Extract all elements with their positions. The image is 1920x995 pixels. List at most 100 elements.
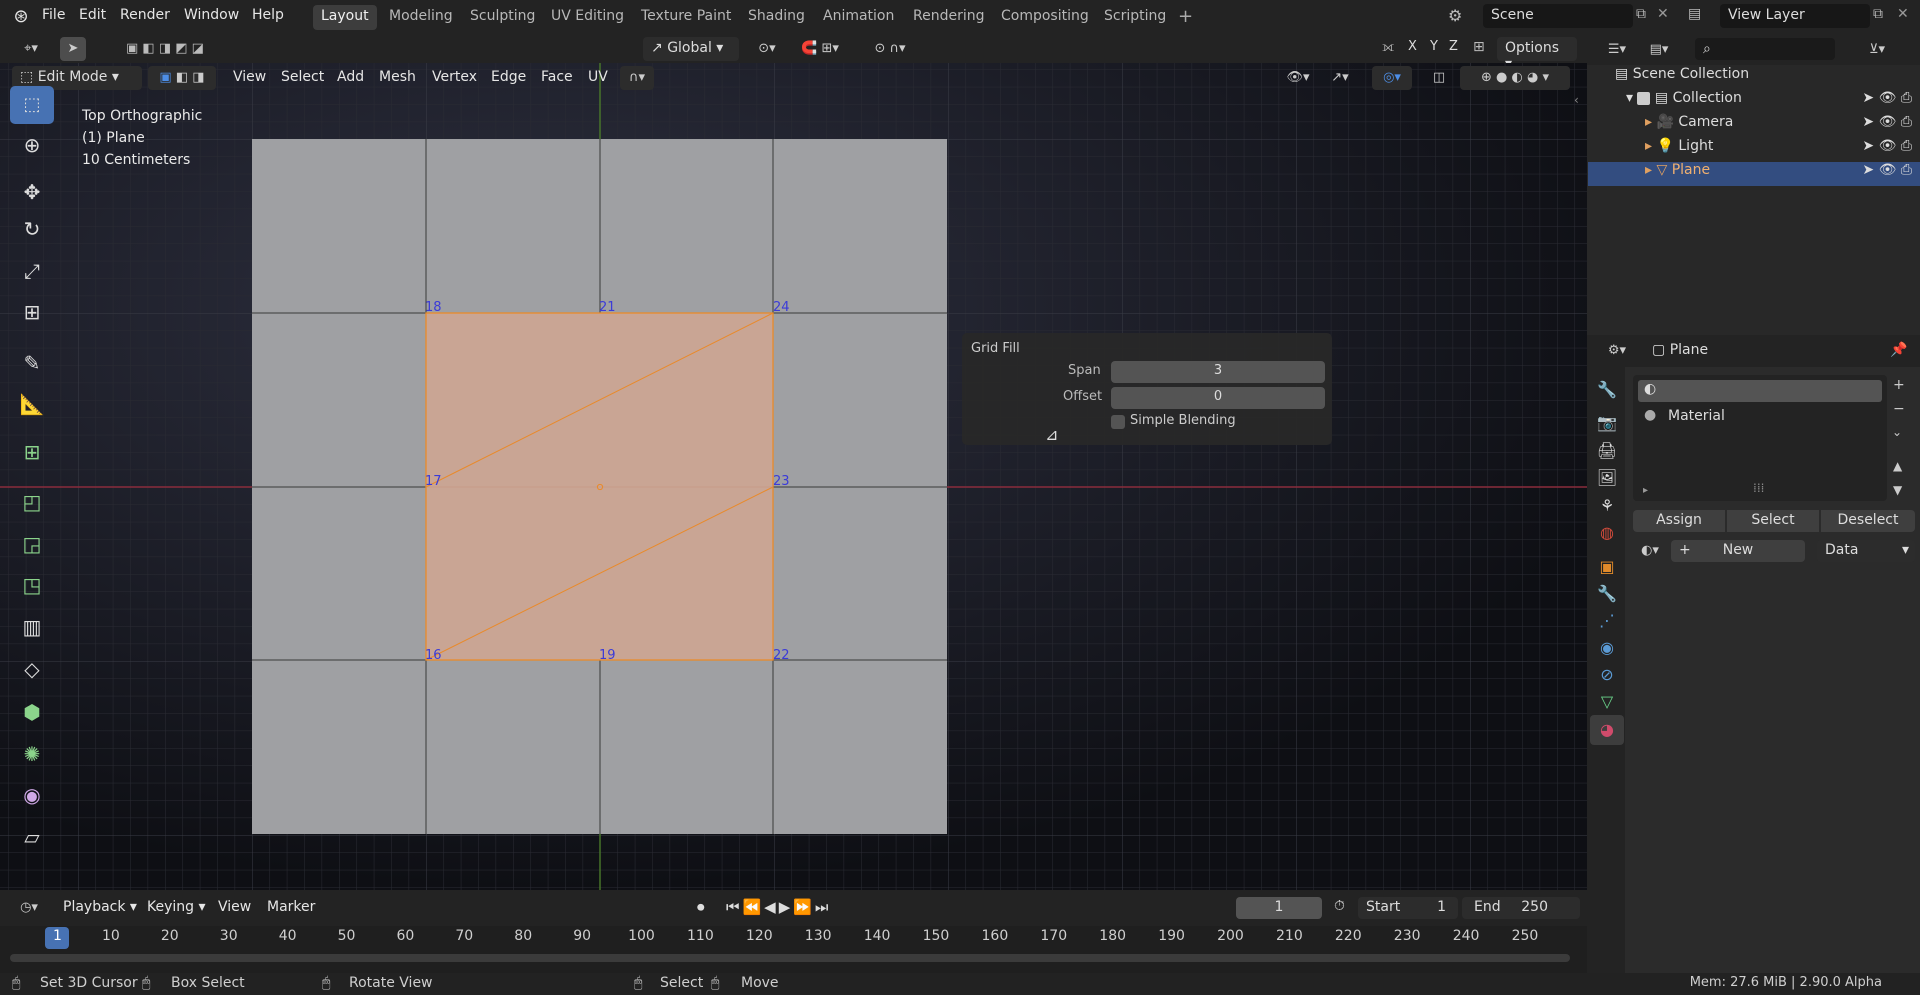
rotate-tool-icon[interactable]: ↻ — [10, 210, 54, 248]
tab-animation[interactable]: Animation — [815, 5, 902, 30]
annotate-tool-icon[interactable]: ✎ — [10, 344, 54, 382]
render-tab-icon[interactable]: 📷 — [1590, 408, 1624, 438]
3d-viewport[interactable]: Top Orthographic (1) Plane 10 Centimeter… — [0, 63, 1587, 890]
axis-x[interactable]: X — [1408, 39, 1417, 54]
extrude-tool-icon[interactable]: ◰ — [10, 483, 54, 521]
menu-render[interactable]: Render — [120, 7, 170, 23]
expand-icon[interactable]: ▸ — [1643, 485, 1648, 496]
menu-uv[interactable]: UV — [588, 69, 608, 85]
add-workspace-icon[interactable]: + — [1178, 6, 1193, 27]
tab-rendering[interactable]: Rendering — [905, 5, 993, 30]
select-button[interactable]: Select — [1727, 510, 1819, 532]
menu-help[interactable]: Help — [252, 7, 284, 23]
offset-field[interactable]: 0 — [1111, 387, 1325, 409]
new-material-button[interactable]: + New — [1671, 540, 1805, 562]
menu-vertex[interactable]: Vertex — [432, 69, 477, 85]
select-mode-icons[interactable]: ▣ ◧ ◨ ◩ ◪ — [105, 37, 225, 61]
scale-tool-icon[interactable]: ⤢ — [10, 252, 54, 290]
view-layer-tab-icon[interactable]: 🖼 — [1590, 463, 1624, 493]
link-dropdown[interactable]: Data ▾ — [1817, 540, 1915, 562]
material-slot[interactable]: ● Material — [1638, 406, 1882, 428]
move-down-icon[interactable]: ▼ — [1893, 483, 1902, 497]
shading-icons[interactable]: ⊕ ● ◐ ◕ ▾ — [1460, 66, 1570, 90]
menu-mesh[interactable]: Mesh — [379, 69, 416, 85]
blender-icon[interactable]: ⊛ — [10, 7, 32, 27]
bevel-tool-icon[interactable]: ◳ — [10, 566, 54, 604]
camera-row[interactable]: ▸ 🎥 Camera ➤ 👁 ⎙ — [1645, 114, 1920, 138]
collection-row[interactable]: ▾ ▤ Collection ➤ 👁 ⎙ — [1626, 90, 1920, 114]
select-mode-icon[interactable]: ▣ ◧ ◨ — [148, 66, 216, 90]
tool-tab-icon[interactable]: 🔧 — [1590, 375, 1624, 405]
world-tab-icon[interactable]: ◍ — [1590, 518, 1624, 548]
axis-y[interactable]: Y — [1430, 39, 1438, 54]
add-cube-tool-icon[interactable]: ⊞ — [10, 433, 54, 471]
scene-collection-row[interactable]: ▤ Scene Collection — [1615, 66, 1920, 90]
data-tab-icon[interactable]: ▽ — [1590, 687, 1624, 717]
filter-icon[interactable]: ⊻▾ — [1860, 38, 1894, 62]
outliner-editor-icon[interactable]: ☰▾ — [1600, 38, 1634, 62]
add-slot-icon[interactable]: + — [1893, 377, 1905, 393]
pivot-icon[interactable]: ⊙▾ — [748, 37, 786, 61]
xray-icon[interactable]: ◫ — [1426, 66, 1452, 90]
span-field[interactable]: 3 — [1111, 361, 1325, 383]
menu-playback[interactable]: Playback ▾ — [63, 899, 137, 915]
tab-layout[interactable]: Layout — [313, 5, 377, 30]
material-slot-selected[interactable]: ◐ — [1638, 380, 1882, 402]
physics-tab-icon[interactable]: ◉ — [1590, 633, 1624, 663]
close-icon[interactable]: ✕ — [1657, 6, 1669, 22]
display-mode-icon[interactable]: ▤▾ — [1642, 38, 1676, 62]
transform-tool-icon[interactable]: ⊞ — [10, 293, 54, 331]
tab-shading[interactable]: Shading — [740, 5, 813, 30]
move-tool-icon[interactable]: ✥ — [10, 173, 54, 211]
menu-marker[interactable]: Marker — [267, 899, 315, 915]
playback-controls-icon[interactable]: ⏮⏪◀▶⏩⏭ — [726, 898, 831, 916]
constraints-tab-icon[interactable]: ⊘ — [1590, 660, 1624, 690]
menu-view[interactable]: View — [233, 69, 266, 85]
edge-slide-tool-icon[interactable]: ▱ — [10, 818, 54, 856]
scene-field[interactable]: Scene — [1483, 4, 1633, 28]
overlays-icon[interactable]: ◎▾ — [1372, 66, 1412, 90]
output-tab-icon[interactable]: 🖨 — [1590, 436, 1624, 466]
remove-slot-icon[interactable]: − — [1893, 401, 1905, 417]
menu-face[interactable]: Face — [541, 69, 573, 85]
deselect-button[interactable]: Deselect — [1821, 510, 1915, 532]
tab-compositing[interactable]: Compositing — [993, 5, 1097, 30]
tab-texture-paint[interactable]: Texture Paint — [633, 5, 739, 30]
smooth-tool-icon[interactable]: ◉ — [10, 776, 54, 814]
options-dropdown[interactable]: Options ▾ — [1497, 37, 1577, 72]
menu-edge[interactable]: Edge — [491, 69, 526, 85]
frame-ruler[interactable]: 1 10 20 30 40 50 60 70 80 90 100 110 120 130 140 150 160… — [0, 926, 1587, 950]
menu-add[interactable]: Add — [337, 69, 364, 85]
end-frame-field[interactable]: End 250 — [1462, 897, 1580, 919]
pin-icon[interactable]: 📌 — [1890, 342, 1907, 358]
auto-merge-icon[interactable]: ⊞ — [1473, 39, 1485, 55]
poly-build-tool-icon[interactable]: ⬢ — [10, 693, 54, 731]
light-row[interactable]: ▸ 💡 Light ➤ 👁 ⎙ — [1645, 138, 1920, 162]
view-layer-icon[interactable]: ▤ — [1688, 6, 1701, 22]
simple-blending-checkbox[interactable] — [1111, 415, 1125, 429]
resize-handle[interactable]: ⁞⁞⁞ — [1753, 481, 1764, 495]
scene-icon[interactable]: ⚙ — [1448, 6, 1462, 25]
visibility-icon[interactable]: 👁▾ — [1280, 66, 1316, 90]
copy-scene-icon[interactable]: ⧉ — [1636, 6, 1646, 22]
timeline-scrollbar[interactable] — [10, 954, 1570, 962]
select-tool-icon[interactable]: ➤ — [60, 37, 86, 61]
mirror-icon[interactable]: ⟗ — [1382, 39, 1394, 55]
menu-select[interactable]: Select — [281, 69, 324, 85]
tab-uv-editing[interactable]: UV Editing — [543, 5, 632, 30]
menu-edit[interactable]: Edit — [79, 7, 106, 23]
cursor-tool-icon[interactable]: ⊕ — [10, 126, 54, 164]
start-frame-field[interactable]: Start 1 — [1358, 897, 1458, 919]
assign-button[interactable]: Assign — [1633, 510, 1725, 532]
loop-cut-tool-icon[interactable]: ▥ — [10, 608, 54, 646]
overlay-edit-icon[interactable]: ∩▾ — [620, 66, 654, 90]
stopwatch-icon[interactable]: ⏱ — [1334, 898, 1345, 914]
inset-tool-icon[interactable]: ◲ — [10, 525, 54, 563]
menu-timeline-view[interactable]: View — [218, 899, 251, 915]
menu-window[interactable]: Window — [184, 7, 239, 23]
slot-menu-icon[interactable]: ⌄ — [1892, 425, 1902, 439]
move-up-icon[interactable]: ▲ — [1893, 459, 1902, 473]
axis-z[interactable]: Z — [1449, 39, 1458, 54]
plane-row[interactable]: ▸ ▽ Plane ➤ 👁 ⎙ — [1588, 162, 1920, 186]
proportional-edit-icon[interactable]: ⊙ ∩▾ — [860, 37, 920, 61]
